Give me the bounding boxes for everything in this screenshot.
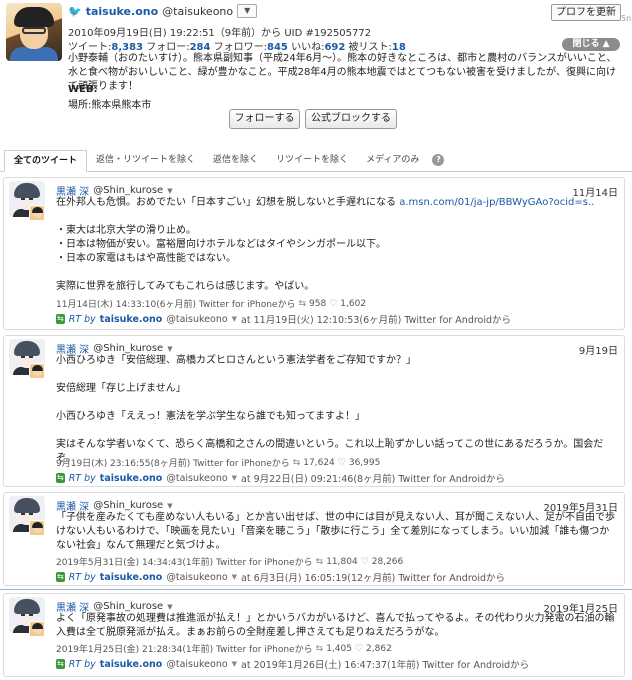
tweet-item: 黒瀬 深 @Shin_kurose ▼ 2019年1月25日 よく「原発事故の処… xyxy=(3,593,625,677)
rt-by-label: RT by xyxy=(68,571,96,583)
rt-badge-icon: ⇆ xyxy=(56,314,65,324)
retweet-time[interactable]: at 6月3日(月) 16:05:19(12ヶ月前) Twitter for A… xyxy=(241,570,505,584)
divider xyxy=(0,589,632,590)
favorite-icon[interactable]: ♡ xyxy=(355,644,363,654)
profile-avatar[interactable] xyxy=(6,3,62,61)
rt-badge-icon: ⇆ xyxy=(56,473,65,483)
author-handle: @Shin_kurose xyxy=(93,601,164,612)
favorite-icon[interactable]: ♡ xyxy=(329,299,337,309)
tweet-item: 黒瀬 深 @Shin_kurose ▼ 11月14日 在外邦人も危惧。おめでたい… xyxy=(3,177,625,330)
caret-down-icon[interactable]: ▼ xyxy=(167,345,172,353)
tweet-meta: 9月19日(木) 23:16:55(8ヶ月前) Twitter for iPho… xyxy=(56,456,381,470)
retweeter-avatar[interactable] xyxy=(29,520,45,536)
author-handle: @Shin_kurose xyxy=(93,343,164,354)
profile-name-row: 🐦 taisuke.ono @taisukeono ▼ xyxy=(68,4,258,18)
tweet-link[interactable]: a.msn.com/01/ja-jp/BBWyGAo?ocid=s.. xyxy=(399,197,594,208)
follow-button[interactable]: フォローする xyxy=(229,109,300,129)
retweet-line: ⇆ RT by taisuke.ono @taisukeono ▼ at 6月3… xyxy=(56,570,505,584)
caret-down-icon[interactable]: ▼ xyxy=(232,573,237,581)
retweeter-name[interactable]: taisuke.ono xyxy=(100,314,163,325)
tweet-meta: 11月14日(木) 14:33:10(6ヶ月前) Twitter for iPh… xyxy=(56,297,367,311)
block-button[interactable]: 公式ブロックする xyxy=(305,109,397,129)
favorite-count: 36,995 xyxy=(348,457,381,468)
profile-meta: 2010年09月19日(日) 19:22:51（9年前）から UID #1925… xyxy=(68,28,372,39)
retweeter-avatar[interactable] xyxy=(29,205,45,221)
author-handle: @Shin_kurose xyxy=(93,500,164,511)
rt-badge-icon: ⇆ xyxy=(56,659,65,669)
retweet-line: ⇆ RT by taisuke.ono @taisukeono ▼ at 201… xyxy=(56,657,529,671)
rt-badge-icon: ⇆ xyxy=(56,572,65,582)
retweeter-handle: @taisukeono xyxy=(166,313,228,325)
retweeter-name[interactable]: taisuke.ono xyxy=(100,659,163,670)
retweet-line: ⇆ RT by taisuke.ono @taisukeono ▼ at 11月… xyxy=(56,312,511,326)
retweet-icon[interactable]: ⇆ xyxy=(316,644,324,654)
retweet-icon[interactable]: ⇆ xyxy=(293,458,301,468)
tweet-text: 小西ひろゆき「安倍総理、高橋カズヒロさんという憲法学者をご存知ですか？」 安倍総… xyxy=(56,355,604,464)
retweet-line: ⇆ RT by taisuke.ono @taisukeono ▼ at 9月2… xyxy=(56,471,505,485)
refresh-profile-button[interactable]: プロフを更新 xyxy=(551,4,621,21)
edge-text: 5n xyxy=(621,14,632,23)
retweeter-name[interactable]: taisuke.ono xyxy=(100,572,163,583)
retweeter-avatar[interactable] xyxy=(29,621,45,637)
author-handle: @Shin_kurose xyxy=(93,185,164,196)
retweeter-handle: @taisukeono xyxy=(166,658,228,670)
retweet-count: 958 xyxy=(309,298,327,309)
retweeter-avatar[interactable] xyxy=(29,363,45,379)
tweet-meta: 2019年1月25日(金) 21:28:34(1年前) Twitter for … xyxy=(56,642,392,656)
retweet-count: 1,405 xyxy=(326,643,352,654)
rt-by-label: RT by xyxy=(68,472,96,484)
caret-down-icon[interactable]: ▼ xyxy=(232,660,237,668)
retweet-time[interactable]: at 2019年1月26日(土) 16:47:37(1年前) Twitter f… xyxy=(241,657,529,671)
favorite-count: 1,602 xyxy=(340,298,367,309)
profile-bio: 小野泰輔（おのたいすけ）。熊本県副知事（平成24年6月～）。熊本の好きなところは… xyxy=(68,53,617,92)
retweeter-handle: @taisukeono xyxy=(166,472,228,484)
profile-display-name[interactable]: taisuke.ono xyxy=(86,5,158,18)
profile-location: 場所:熊本県熊本市 xyxy=(68,100,152,111)
help-icon[interactable]: ? xyxy=(432,154,445,166)
twitter-bird-icon: 🐦 xyxy=(68,4,82,18)
profile-header: 🐦 taisuke.ono @taisukeono ▼ プロフを更新 5n 20… xyxy=(0,0,632,150)
tweet-text: よく「原発事故の処理費は推進派が払え！」とかいうバカがいるけど、喜んで払ってやる… xyxy=(56,613,615,638)
tweet-meta: 2019年5月31日(金) 14:34:43(1年前) Twitter for … xyxy=(56,555,404,569)
tweet-text: 在外邦人も危惧。おめでたい「日本すごい」幻想を脱しないと手遅れになる a.msn… xyxy=(56,197,595,292)
caret-down-icon[interactable]: ▼ xyxy=(167,187,172,195)
posted-time[interactable]: 2019年1月25日(金) 21:28:34(1年前) Twitter for … xyxy=(56,642,313,655)
profile-stats: ツイート:8,383 フォロー:284 フォロワー:845 いいね:692 被リ… xyxy=(68,42,406,53)
retweet-icon[interactable]: ⇆ xyxy=(316,557,324,567)
profile-dropdown-button[interactable]: ▼ xyxy=(237,4,258,18)
posted-time[interactable]: 2019年5月31日(金) 14:34:43(1年前) Twitter for … xyxy=(56,555,313,568)
rt-by-label: RT by xyxy=(68,658,96,670)
retweeter-handle: @taisukeono xyxy=(166,571,228,583)
favorite-count: 28,266 xyxy=(371,556,404,567)
posted-time[interactable]: 9月19日(木) 23:16:55(8ヶ月前) Twitter for iPho… xyxy=(56,456,290,469)
tab-all-tweets[interactable]: 全てのツイート xyxy=(4,150,88,172)
retweet-icon[interactable]: ⇆ xyxy=(298,299,306,309)
tweet-filter-tabs: 全てのツイート 返信・リツイートを除く 返信を除く リツイートを除く メディアの… xyxy=(0,150,632,172)
close-profile-button[interactable]: 閉じる ▲ xyxy=(562,38,620,51)
retweet-count: 17,624 xyxy=(303,457,335,468)
tweet-item: 黒瀬 深 @Shin_kurose ▼ 2019年5月31日 「子供を産みたくて… xyxy=(3,492,625,586)
tweet-text: 「子供を産みたくても産めない人もいる」とか言い出せば、世の中には目が見えない人、… xyxy=(56,512,615,551)
retweeter-name[interactable]: taisuke.ono xyxy=(100,473,163,484)
tab-exclude-replies-retweets[interactable]: 返信・リツイートを除く xyxy=(87,150,204,171)
profile-handle: @taisukeono xyxy=(162,4,234,18)
favorite-icon[interactable]: ♡ xyxy=(338,458,346,468)
retweet-count: 11,804 xyxy=(326,556,358,567)
tab-exclude-replies[interactable]: 返信を除く xyxy=(204,150,267,171)
retweet-time[interactable]: at 11月19日(火) 12:10:53(6ヶ月前) Twitter for … xyxy=(241,312,511,326)
profile-web: WEB: xyxy=(68,84,98,95)
caret-down-icon[interactable]: ▼ xyxy=(167,502,172,510)
posted-time[interactable]: 11月14日(木) 14:33:10(6ヶ月前) Twitter for iPh… xyxy=(56,297,295,310)
caret-down-icon[interactable]: ▼ xyxy=(167,603,172,611)
tweet-item: 黒瀬 深 @Shin_kurose ▼ 9月19日 小西ひろゆき「安倍総理、高橋… xyxy=(3,335,625,487)
tab-exclude-retweets[interactable]: リツイートを除く xyxy=(267,150,357,171)
favorite-count: 2,862 xyxy=(366,643,392,654)
tab-media-only[interactable]: メディアのみ xyxy=(357,150,428,171)
rt-by-label: RT by xyxy=(68,313,96,325)
retweet-time[interactable]: at 9月22日(日) 09:21:46(8ヶ月前) Twitter for A… xyxy=(241,471,505,485)
favorite-icon[interactable]: ♡ xyxy=(361,557,369,567)
caret-down-icon[interactable]: ▼ xyxy=(232,315,237,323)
caret-down-icon[interactable]: ▼ xyxy=(232,474,237,482)
